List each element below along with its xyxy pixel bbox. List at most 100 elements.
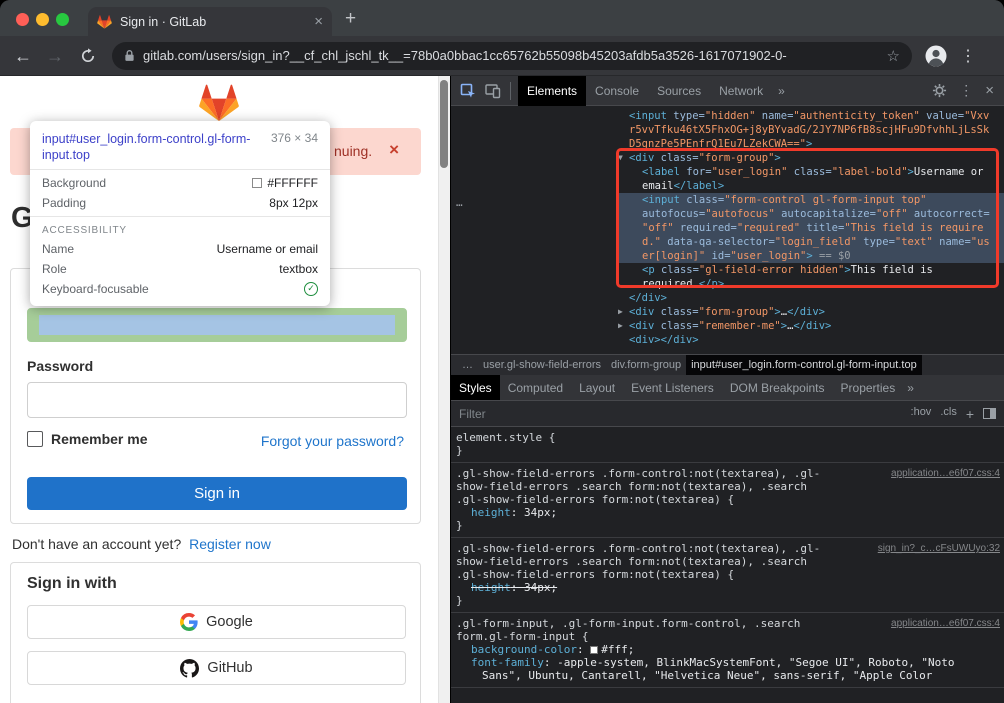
gutter-ellipsis[interactable]: … <box>456 196 463 209</box>
dom-tree-line[interactable]: email</label> <box>451 179 1004 193</box>
devtools-tab-elements[interactable]: Elements <box>518 76 586 106</box>
dom-tree-line[interactable]: </div> <box>451 291 1004 305</box>
css-property[interactable]: height: 34px; <box>456 581 1000 594</box>
password-input[interactable] <box>27 382 407 418</box>
inspected-username-input[interactable] <box>27 308 407 342</box>
scrollbar-thumb[interactable] <box>440 80 448 168</box>
expander-closed-icon[interactable]: ▶ <box>618 305 623 319</box>
dom-tree-line[interactable]: ▶<div class="remember-me">…</div> <box>451 319 1004 333</box>
dom-tree-line[interactable]: er[login]" id="user_login"> == $0 <box>451 249 1004 263</box>
close-window-button[interactable] <box>16 13 29 26</box>
toggle-sidebar-icon[interactable] <box>983 408 996 419</box>
sidebar-tab-properties[interactable]: Properties <box>833 375 904 400</box>
browser-tab[interactable]: Sign in · GitLab × <box>88 7 332 36</box>
stylesheet-source-link[interactable]: application…e6f07.css:4 <box>891 617 1000 630</box>
css-selector-line: element.style { <box>456 431 1000 444</box>
sidebar-tab-computed[interactable]: Computed <box>500 375 571 400</box>
devtools-panel-tabs: ElementsConsoleSourcesNetwork <box>518 76 772 106</box>
profile-avatar[interactable] <box>924 44 948 68</box>
tooltip-row-label: Keyboard-focusable <box>42 282 149 296</box>
dom-tree-line[interactable]: <p class="gl-field-error hidden">This fi… <box>451 263 1004 277</box>
reload-icon[interactable] <box>80 48 96 64</box>
dom-tree: <input type="hidden" name="authenticity_… <box>451 106 1004 354</box>
dom-tree-line[interactable]: required.</p> <box>451 277 1004 291</box>
page-scrollbar[interactable] <box>438 76 450 703</box>
dom-tree-line[interactable]: r5vvTfku46tX5FhxOG+j8yBYvadG/2JY7NP6fB8s… <box>451 123 1004 137</box>
stylesheet-source-link[interactable]: application…e6f07.css:4 <box>891 467 1000 480</box>
url-bar[interactable]: gitlab.com/users/sign_in?__cf_chl_jschl_… <box>112 42 912 70</box>
expander-open-icon[interactable]: ▼ <box>618 151 623 165</box>
lock-icon <box>124 49 135 62</box>
back-icon[interactable]: ← <box>14 47 32 65</box>
css-rule: element.style {} <box>451 427 1004 463</box>
remember-me-checkbox[interactable] <box>27 431 43 447</box>
sidebar-tab-styles[interactable]: Styles <box>451 375 500 400</box>
github-button-label: GitHub <box>207 660 252 676</box>
css-rule: application…e6f07.css:4.gl-form-input, .… <box>451 613 1004 688</box>
css-property[interactable]: background-color: #fff; <box>456 643 1000 656</box>
github-signin-button[interactable]: GitHub <box>27 651 406 685</box>
browser-menu-icon[interactable]: ⋮ <box>960 46 977 66</box>
device-toolbar-icon[interactable] <box>485 83 501 99</box>
background-color-swatch <box>252 178 262 188</box>
dom-tree-line[interactable]: ▼<div class="form-group"> <box>451 151 1004 165</box>
stylesheet-source-link[interactable]: sign_in?_c…cFsUWUyo:32 <box>878 542 1000 555</box>
css-rule-close: } <box>456 519 1000 532</box>
tab-close-icon[interactable]: × <box>314 14 323 29</box>
forgot-password-link[interactable]: Forgot your password? <box>261 433 404 449</box>
devtools-menu-icon[interactable]: ⋮ <box>959 82 973 99</box>
state-toggle-[interactable]: + <box>966 406 974 422</box>
state-toggle-cls[interactable]: .cls <box>940 406 957 422</box>
dom-tree-line[interactable]: ▶<div class="form-group">…</div> <box>451 305 1004 319</box>
devtools-toolbar: ElementsConsoleSourcesNetwork » <box>451 76 1004 106</box>
forward-icon[interactable]: → <box>46 47 64 65</box>
sign-in-button[interactable]: Sign in <box>27 477 407 510</box>
css-selector-line: show-field-errors .search form:not(texta… <box>456 555 1000 568</box>
devtools-tab-console[interactable]: Console <box>586 76 648 106</box>
new-tab-button[interactable]: + <box>345 6 356 32</box>
zoom-window-button[interactable] <box>56 13 69 26</box>
breadcrumb-item[interactable]: div.form-group <box>606 355 686 376</box>
style-state-toggles: :hov .cls + <box>911 406 974 422</box>
dom-tree-line[interactable]: D5gnzPe5PEnfrQ1Eu7LZekCWA=="> <box>451 137 1004 151</box>
google-signin-button[interactable]: Google <box>27 605 406 639</box>
dom-tree-line[interactable]: <input type="hidden" name="authenticity_… <box>451 109 1004 123</box>
dom-tree-line[interactable]: autofocus="autofocus" autocapitalize="of… <box>451 207 1004 221</box>
dom-tree-line[interactable]: "off" required="required" title="This fi… <box>451 221 1004 235</box>
tooltip-divider <box>30 216 330 217</box>
social-signin-card: Sign in with Google GitHub <box>10 562 421 703</box>
sidebar-more-tabs-icon[interactable]: » <box>903 375 918 400</box>
settings-gear-icon[interactable] <box>932 83 947 98</box>
devtools-close-icon[interactable]: × <box>985 82 994 99</box>
sidebar-tab-dom-breakpoints[interactable]: DOM Breakpoints <box>722 375 833 400</box>
sidebar-tab-event-listeners[interactable]: Event Listeners <box>623 375 722 400</box>
tooltip-row-label: Role <box>42 262 67 276</box>
breadcrumb-item[interactable]: user.gl-show-field-errors <box>478 355 606 376</box>
more-tabs-icon[interactable]: » <box>772 76 791 106</box>
minimize-window-button[interactable] <box>36 13 49 26</box>
breadcrumb-item[interactable]: … <box>457 355 478 376</box>
dom-tree-line[interactable]: <label for="user_login" class="label-bol… <box>451 165 1004 179</box>
dom-tree-line[interactable]: d." data-qa-selector="login_field" type=… <box>451 235 1004 249</box>
devtools-tab-sources[interactable]: Sources <box>648 76 710 106</box>
register-link[interactable]: Register now <box>189 536 271 552</box>
alert-close-icon[interactable]: × <box>389 140 399 160</box>
breadcrumb-item[interactable]: input#user_login.form-control.gl-form-in… <box>686 355 922 376</box>
expander-closed-icon[interactable]: ▶ <box>618 319 623 333</box>
css-property[interactable]: height: 34px; <box>456 506 1000 519</box>
google-button-label: Google <box>206 614 253 630</box>
inspect-element-icon[interactable] <box>460 83 476 99</box>
remember-me-row: Remember me <box>27 431 148 447</box>
tooltip-row-label: Background <box>42 176 106 190</box>
bookmark-star-icon[interactable]: ☆ <box>887 47 900 65</box>
dom-tree-line[interactable]: <div></div> <box>451 333 1004 347</box>
styles-filter-input[interactable] <box>459 407 679 421</box>
color-swatch[interactable] <box>590 646 598 654</box>
dom-tree-line[interactable]: <input class="form-control gl-form-input… <box>451 193 1004 207</box>
css-property[interactable]: font-family: -apple-system, BlinkMacSyst… <box>456 656 1000 669</box>
devtools-tab-network[interactable]: Network <box>710 76 772 106</box>
styles-filter-bar: :hov .cls + <box>451 401 1004 427</box>
state-toggle-hov[interactable]: :hov <box>911 406 932 422</box>
sidebar-tab-layout[interactable]: Layout <box>571 375 623 400</box>
css-selector-line: .gl-show-field-errors form:not(textarea)… <box>456 568 1000 581</box>
